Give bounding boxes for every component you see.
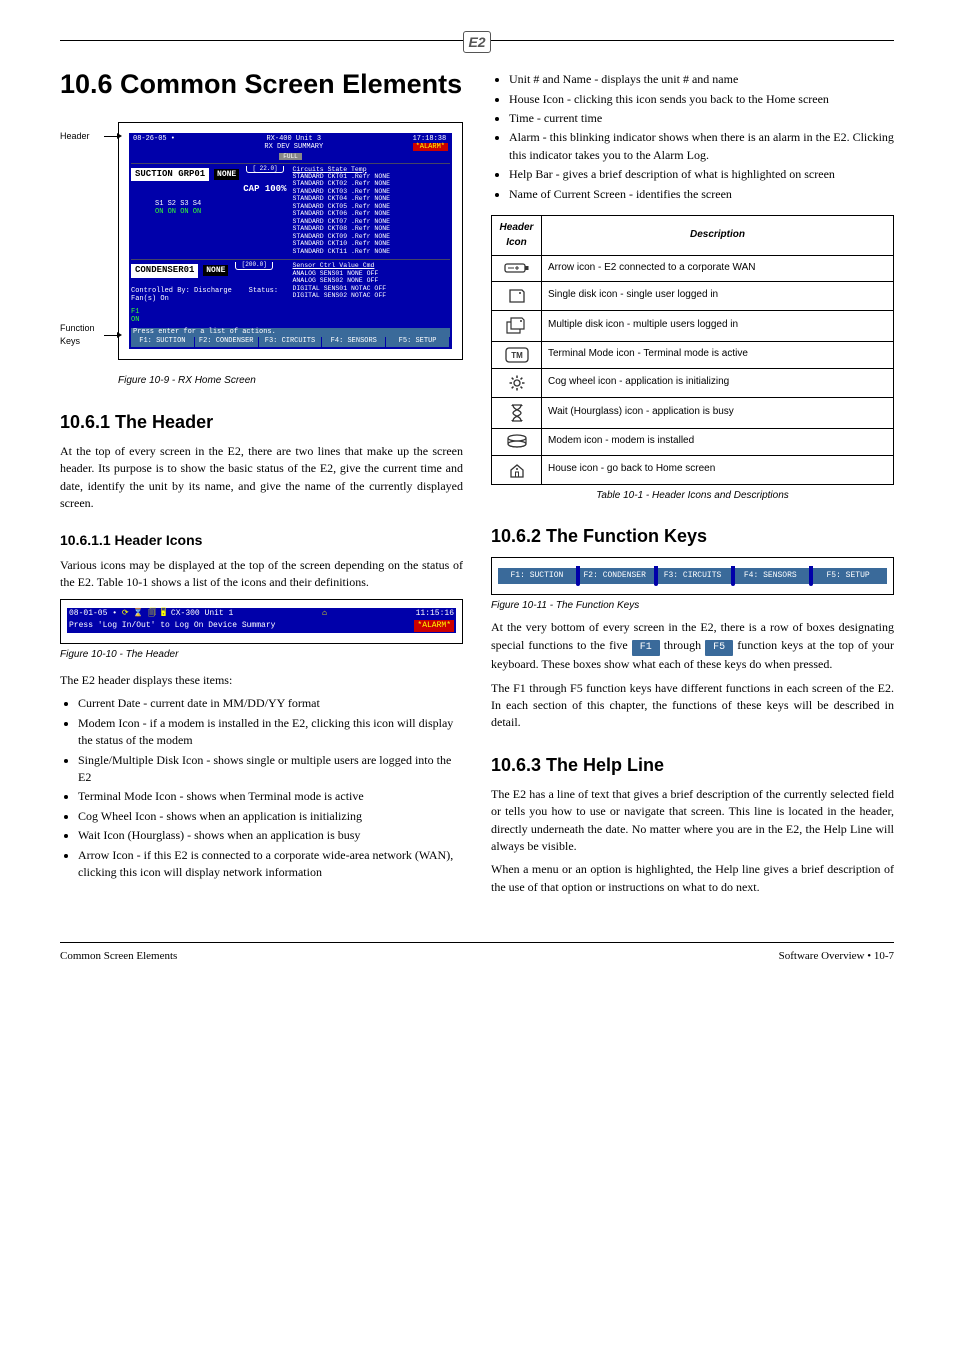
section-10-6-3-title: 10.6.3 The Help Line: [491, 752, 894, 778]
battery-icon: [492, 256, 542, 282]
disk-icon: [492, 281, 542, 310]
header-icons-table: Header Icon Description Arrow icon - E2 …: [491, 215, 894, 485]
funcbar-keys: F1: SUCTIONF2: CONDENSERF3: CIRCUITSF4: …: [498, 568, 887, 584]
stages-values: ON ON ON ON: [155, 209, 289, 217]
house-icon: [492, 455, 542, 484]
table-row: Modem icon - modem is installed: [492, 428, 894, 455]
table-row: House icon - go back to Home screen: [492, 455, 894, 484]
condenser-sp: [200.0]: [235, 262, 273, 270]
section-10-6-1-title: 10.6.1 The Header: [60, 409, 463, 435]
sensor-list: Sensor Ctrl Value Cmd ANALOG SENS01 NONE…: [293, 262, 451, 325]
page-top-rule: E2: [60, 40, 894, 63]
suction-title: SUCTION GRP01: [131, 168, 209, 182]
help-body-2: When a menu or an option is highlighted,…: [491, 861, 894, 896]
figure-10-10-caption: Figure 10-10 - The Header: [60, 648, 463, 663]
icon-desc: Arrow icon - E2 connected to a corporate…: [542, 256, 894, 282]
rx-home-screen: 08-26-05 • RX-400 Unit 3 RX DEV SUMMARY …: [129, 133, 452, 349]
left-column: 10.6 Common Screen Elements Header Funct…: [60, 69, 463, 902]
footer-right: Software Overview • 10-7: [779, 949, 894, 965]
term-date: 08-26-05 •: [133, 136, 175, 151]
hdr-corp: ⌂: [322, 609, 327, 619]
icon-desc: House icon - go back to Home screen: [542, 455, 894, 484]
e2-logo: E2: [463, 31, 490, 53]
full-badge: FULL: [279, 153, 301, 160]
suction-none: NONE: [214, 169, 239, 180]
term-time-alarm: 17:18:38*ALARM*: [413, 136, 448, 151]
circuits-list: Circuits State Temp STANDARD CKT01 .Refr…: [293, 166, 451, 256]
header-desc-para: At the top of every screen in the E2, th…: [60, 443, 463, 513]
hdr-sub: Press 'Log In/Out' to Log On Device Summ…: [69, 620, 275, 632]
header-item-list-right: Unit # and Name - displays the unit # an…: [509, 71, 894, 203]
icon-desc: Wait (Hourglass) icon - application is b…: [542, 397, 894, 428]
svg-text:TM: TM: [511, 351, 523, 360]
cap-label: CAP 100%: [131, 185, 287, 195]
icon-desc: Terminal Mode icon - Terminal mode is ac…: [542, 341, 894, 368]
header-icons-para: Various icons may be displayed at the to…: [60, 557, 463, 592]
condenser-none: NONE: [203, 265, 228, 276]
section-10-6-title: 10.6 Common Screen Elements: [60, 69, 463, 100]
cog-icon: [492, 368, 542, 397]
hourglass-icon: [492, 397, 542, 428]
right-column: Unit # and Name - displays the unit # an…: [491, 69, 894, 902]
figure-10-11-caption: Figure 10-11 - The Function Keys: [491, 599, 894, 614]
th-icon: Header Icon: [492, 216, 542, 256]
page-footer: Common Screen Elements Software Overview…: [60, 942, 894, 965]
table-row: Single disk icon - single user logged in: [492, 281, 894, 310]
table-row: TM Terminal Mode icon - Terminal mode is …: [492, 341, 894, 368]
icon-desc: Cog wheel icon - application is initiali…: [542, 368, 894, 397]
condenser-title: CONDENSER01: [131, 264, 198, 278]
table-row: Wait (Hourglass) icon - application is b…: [492, 397, 894, 428]
footer-left: Common Screen Elements: [60, 949, 177, 965]
header-item-list-left: Current Date - current date in MM/DD/YY …: [78, 695, 463, 881]
term-func-bar: F1: SUCTIONF2: CONDENSERF3: CIRCUITSF4: …: [131, 337, 450, 347]
f5-key: F5: [705, 640, 733, 657]
func-body-1: At the very bottom of every screen in th…: [491, 619, 894, 673]
figure-10-9: 08-26-05 • RX-400 Unit 3 RX DEV SUMMARY …: [118, 122, 463, 360]
th-desc: Description: [542, 216, 894, 256]
section-10-6-2-title: 10.6.2 The Function Keys: [491, 523, 894, 549]
term-help-line: Press enter for a list of actions.: [131, 328, 450, 338]
section-10-6-1-1-title: 10.6.1.1 Header Icons: [60, 530, 463, 550]
table-row: Multiple disk icon - multiple users logg…: [492, 310, 894, 341]
figure-10-10: 08-01-05 • ⟳ ⌛ 🗐 🖥 CX-300 Unit 1 ⌂ 11:15…: [60, 599, 463, 643]
f1-key: F1: [632, 640, 660, 657]
help-body-1: The E2 has a line of text that gives a b…: [491, 786, 894, 856]
icon-desc: Single disk icon - single user logged in: [542, 281, 894, 310]
fan-f1: F1 ON: [131, 309, 289, 324]
hdr-date: 08-01-05 • ⟳ ⌛ 🗐 🖥 CX-300 Unit 1: [69, 609, 233, 619]
figure-10-9-caption: Figure 10-9 - RX Home Screen: [118, 374, 463, 389]
icon-desc: Modem icon - modem is installed: [542, 428, 894, 455]
table-row: Arrow icon - E2 connected to a corporate…: [492, 256, 894, 282]
term-title: RX-400 Unit 3 RX DEV SUMMARY: [264, 136, 323, 151]
arrow-func: Function Keys: [60, 322, 118, 348]
header-items-intro: The E2 header displays these items:: [60, 672, 463, 689]
func-body-2: The F1 through F5 function keys have dif…: [491, 680, 894, 732]
icon-desc: Multiple disk icon - multiple users logg…: [542, 310, 894, 341]
hdr-time: 11:15:16: [416, 609, 454, 619]
hdr-alarm: *ALARM*: [414, 620, 454, 632]
tm-icon: TM: [492, 341, 542, 368]
icon-table-body: Arrow icon - E2 connected to a corporate…: [492, 256, 894, 485]
table-row: Cog wheel icon - application is initiali…: [492, 368, 894, 397]
disks-icon: [492, 310, 542, 341]
modem-icon: [492, 428, 542, 455]
suction-sp: [ 22.0]: [246, 166, 284, 174]
arrow-header: Header: [60, 130, 118, 143]
table-10-1-caption: Table 10-1 - Header Icons and Descriptio…: [491, 489, 894, 504]
figure-10-11: F1: SUCTIONF2: CONDENSERF3: CIRCUITSF4: …: [491, 557, 894, 595]
